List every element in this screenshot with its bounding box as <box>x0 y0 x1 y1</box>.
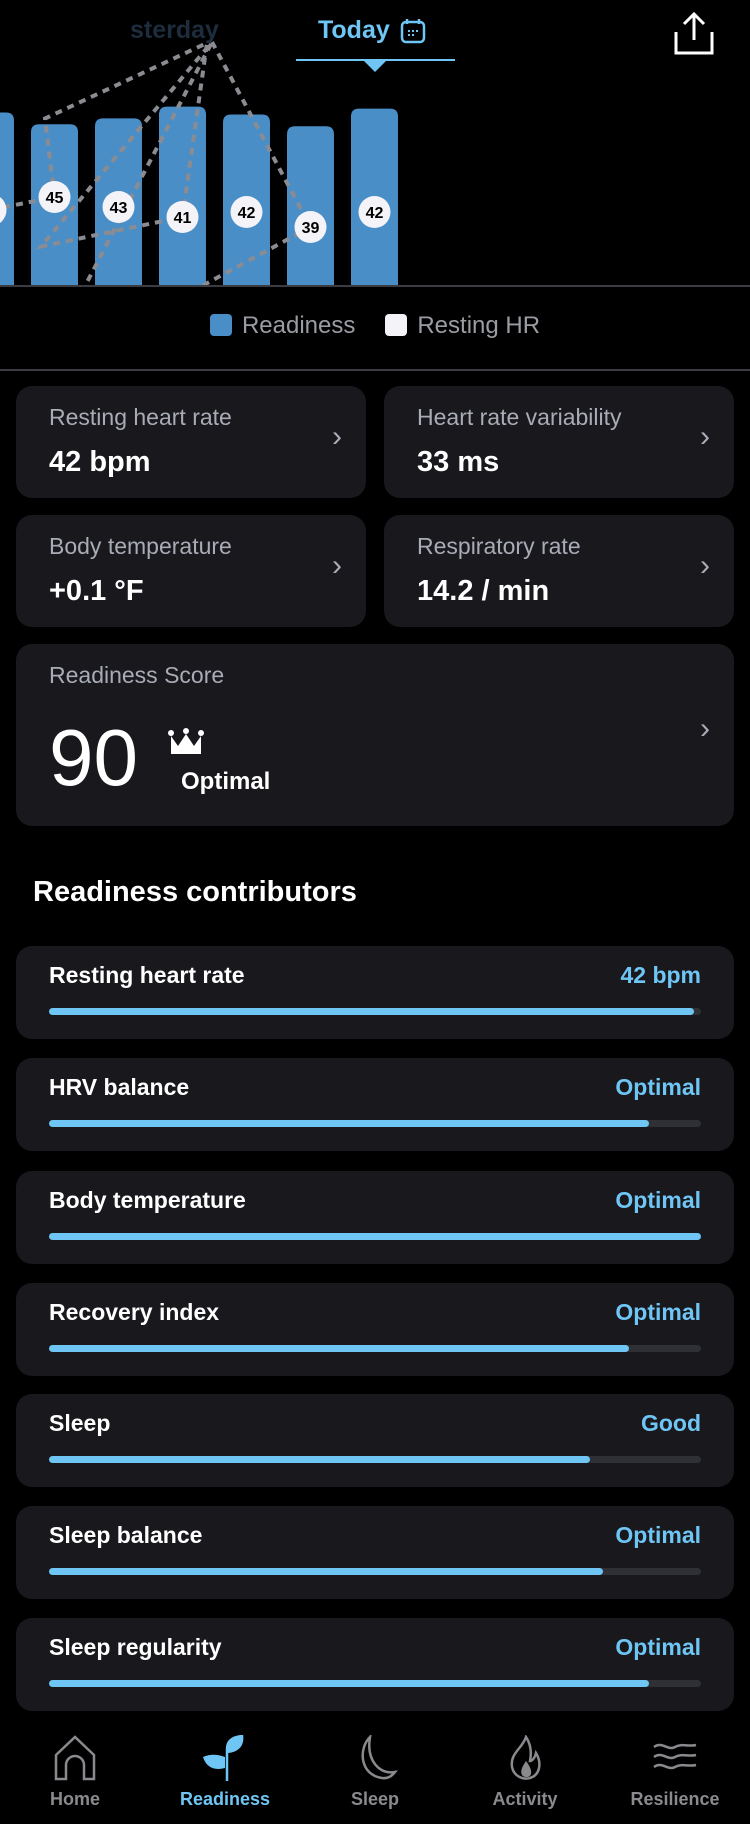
home-icon <box>54 1735 96 1781</box>
contributor-progress-fill <box>49 1345 630 1352</box>
metric-label: Heart rate variability <box>417 404 622 430</box>
metric-value: +0.1 °F <box>49 575 144 607</box>
contributor-progress <box>49 1120 701 1127</box>
contributor-value: Optimal <box>615 1634 701 1660</box>
contributor-value: Optimal <box>615 1074 701 1100</box>
contributor-card[interactable]: Body temperature Optimal <box>16 1171 734 1264</box>
chart-divider <box>0 285 750 287</box>
legend-resting-hr: Resting HR <box>385 312 540 340</box>
readiness-bar[interactable] <box>287 126 334 286</box>
contributor-name: Body temperature <box>49 1187 246 1213</box>
resting-hr-label: 43 <box>110 200 128 217</box>
legend-readiness: Readiness <box>209 312 356 340</box>
score-value: 90 <box>49 713 138 802</box>
metric-card-respiratory-rate[interactable]: Respiratory rate 14.2 / min › <box>384 515 734 627</box>
score-status: Optimal <box>181 768 271 795</box>
legend-swatch-readiness <box>209 314 232 336</box>
contributor-card[interactable]: Sleep regularity Optimal <box>16 1618 734 1711</box>
metric-card-body-temperature[interactable]: Body temperature +0.1 °F › <box>16 515 366 627</box>
contributor-value: 42 bpm <box>620 962 701 988</box>
readiness-chart: 45 43 41 42 39 42 <box>0 38 398 286</box>
contributor-progress <box>49 1568 701 1575</box>
resting-hr-label: 45 <box>46 190 64 207</box>
contributor-progress-fill <box>49 1233 701 1240</box>
resting-hr-label: 42 <box>366 205 384 222</box>
contributor-value: Good <box>640 1410 701 1436</box>
nav-label: Home <box>49 1789 100 1809</box>
bottom-nav: Home Readiness Sleep Activity Resilience <box>0 1735 750 1810</box>
contributor-progress <box>49 1008 701 1015</box>
score-label: Readiness Score <box>49 662 225 688</box>
resting-hr-label: 42 <box>238 205 256 222</box>
contributor-name: Sleep <box>49 1410 111 1436</box>
contributor-card[interactable]: Sleep Good <box>16 1394 734 1487</box>
chevron-right-icon: › <box>700 420 710 453</box>
metric-value: 14.2 / min <box>417 575 550 607</box>
contributor-card[interactable]: Sleep balance Optimal <box>16 1506 734 1599</box>
contributor-progress <box>49 1456 701 1463</box>
legend-label: Resting HR <box>417 312 541 339</box>
chart-legend: Readiness Resting HR <box>0 312 750 340</box>
metric-label: Resting heart rate <box>49 404 232 430</box>
metric-value: 33 ms <box>417 446 500 478</box>
contributor-progress-fill <box>49 1568 604 1575</box>
nav-label: Activity <box>492 1789 558 1809</box>
contributor-progress-fill <box>49 1120 649 1127</box>
nav-label: Readiness <box>179 1789 271 1809</box>
metric-value: 42 bpm <box>49 446 151 478</box>
contributor-value: Optimal <box>615 1299 701 1325</box>
metric-label: Respiratory rate <box>417 533 581 559</box>
resting-hr-label: 39 <box>302 220 320 237</box>
legend-divider <box>0 369 750 371</box>
moon-icon <box>361 1735 398 1780</box>
contributor-card[interactable]: HRV balance Optimal <box>16 1058 734 1151</box>
nav-label: Resilience <box>630 1789 720 1809</box>
contributor-progress <box>49 1680 701 1687</box>
nav-label: Sleep <box>350 1789 400 1809</box>
contributor-name: Recovery index <box>49 1299 220 1325</box>
metric-card-hrv[interactable]: Heart rate variability 33 ms › <box>384 386 734 498</box>
nav-readiness[interactable]: Readiness <box>150 1735 300 1810</box>
contributor-progress-fill <box>49 1680 649 1687</box>
contributor-progress <box>49 1233 701 1240</box>
sprout-icon <box>203 1735 244 1781</box>
crown-icon <box>168 728 204 754</box>
chevron-right-icon: › <box>700 549 710 582</box>
contributor-card[interactable]: Resting heart rate 42 bpm <box>16 946 734 1039</box>
contributor-name: Sleep balance <box>49 1522 203 1548</box>
chevron-right-icon: › <box>332 549 342 582</box>
contributor-progress-fill <box>49 1456 591 1463</box>
metric-label: Body temperature <box>49 533 232 559</box>
contributor-value: Optimal <box>615 1522 701 1548</box>
nav-home[interactable]: Home <box>0 1735 150 1810</box>
readiness-bar[interactable] <box>0 112 14 285</box>
resting-hr-label: 41 <box>174 210 192 227</box>
legend-swatch-resting-hr <box>385 314 408 336</box>
waves-icon <box>653 1743 697 1770</box>
legend-label: Readiness <box>241 312 356 339</box>
chevron-right-icon: › <box>700 712 710 745</box>
contributor-name: HRV balance <box>49 1074 190 1100</box>
contributor-value: Optimal <box>615 1187 701 1213</box>
contributor-progress-fill <box>49 1008 695 1015</box>
flame-icon <box>510 1735 541 1780</box>
contributor-card[interactable]: Recovery index Optimal <box>16 1283 734 1376</box>
nav-resilience[interactable]: Resilience <box>600 1735 750 1810</box>
readiness-score-card[interactable]: Readiness Score 90 Optimal › <box>16 644 734 826</box>
nav-sleep[interactable]: Sleep <box>300 1735 450 1810</box>
contributor-progress <box>49 1345 701 1352</box>
contributors-title: Readiness contributors <box>33 876 357 908</box>
contributor-name: Sleep regularity <box>49 1634 222 1660</box>
chevron-right-icon: › <box>332 420 342 453</box>
nav-activity[interactable]: Activity <box>450 1735 600 1810</box>
readiness-bar[interactable] <box>159 106 206 285</box>
metric-card-resting-heart-rate[interactable]: Resting heart rate 42 bpm › <box>16 386 366 498</box>
contributor-name: Resting heart rate <box>49 962 245 988</box>
